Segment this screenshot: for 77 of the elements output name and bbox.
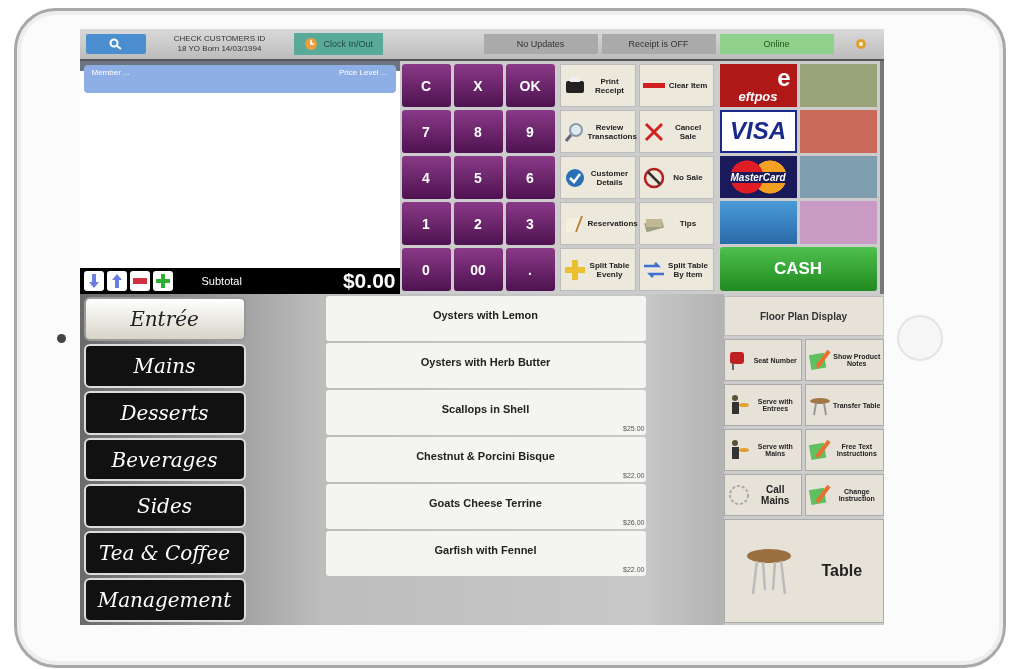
function-button[interactable]: Split Table By Item [638,248,714,291]
settings-icon[interactable] [853,37,868,51]
table-icon [744,546,793,596]
action-button[interactable]: Call Mains [723,474,802,516]
keypad-key[interactable]: 00 [453,248,503,291]
function-button[interactable]: Clear Item [638,64,714,107]
no-entry-icon [642,166,665,189]
checkmark-icon [563,166,586,189]
status-indicator: Receipt is OFF [601,34,716,54]
cross-icon [642,120,665,143]
subtotal-label: Subtotal [201,275,242,287]
category-button[interactable]: Beverages [83,437,246,482]
keypad-key[interactable]: OK [505,64,555,107]
visa-button[interactable]: VISA [719,109,797,153]
subtotal-amount: $0.00 [342,269,396,293]
category-button[interactable]: Management [83,578,246,622]
clock-button[interactable]: Clock In/Out [293,33,384,55]
camera-dot [57,333,66,343]
mastercard-button[interactable]: MasterCard [719,155,797,199]
keypad-key[interactable]: 4 [401,156,451,199]
category-button[interactable]: Mains [83,343,246,388]
menu-item-button[interactable]: Oysters with Lemon [325,296,646,341]
banknote-button[interactable] [799,155,877,199]
search-icon [108,38,123,50]
remove-button[interactable] [129,271,150,291]
function-button[interactable]: Print Receipt [559,64,636,107]
category-button[interactable]: Desserts [83,390,246,435]
customer-check-text: 18 YO Born 14/03/1994 [177,44,262,54]
keypad-key[interactable]: . [505,248,555,291]
status-indicator: Online [719,34,834,54]
category-button[interactable]: Tea & Coffee [83,531,246,576]
keypad-key[interactable]: 3 [505,202,555,245]
plus-icon [563,258,586,281]
floor-plan-button[interactable]: Floor Plan Display [723,296,884,336]
down-arrow-icon [87,274,100,288]
keypad-key[interactable]: 2 [453,202,503,245]
add-button[interactable] [152,271,173,291]
function-button[interactable]: Split Table Evenly [559,248,636,291]
function-button[interactable]: Tips [638,202,714,245]
banknote-button[interactable] [799,109,877,153]
keypad-key[interactable]: 9 [505,110,555,153]
clock-icon [303,37,318,51]
function-button[interactable]: Cancel Sale [638,110,714,153]
eftpos-button[interactable]: e eftpos [719,64,797,107]
category-button[interactable]: Entrée [83,297,246,341]
member-label: Member ... [91,68,130,79]
search-button[interactable] [85,34,146,54]
keypad-key[interactable]: 6 [505,156,555,199]
keypad-key[interactable]: 8 [453,110,503,153]
function-button[interactable]: Reservations [559,202,636,245]
pencil-icon [808,438,832,462]
table-button[interactable]: Table [723,519,884,623]
keypad-key[interactable]: C [401,64,451,107]
keypad-key[interactable]: 7 [401,110,451,153]
pencil-icon [808,483,832,507]
minus-icon [642,83,665,88]
function-button[interactable]: Customer Details [559,156,636,199]
function-button[interactable]: No Sale [638,156,714,199]
price-level-label: Price Level ... [339,68,388,79]
keypad-key[interactable]: X [453,64,503,107]
plus-icon [155,274,170,288]
magnifier-icon [563,120,586,143]
minus-icon [132,278,147,284]
keypad-key[interactable]: 5 [453,156,503,199]
up-arrow-icon [110,274,123,288]
keypad-key[interactable]: 0 [401,248,451,291]
move-up-button[interactable] [106,271,127,291]
notepad-icon [808,348,832,372]
keypad-key[interactable]: 1 [401,202,451,245]
customer-check-text: CHECK CUSTOMERS ID [173,34,266,44]
status-indicator: No Updates [483,34,598,54]
function-button[interactable]: Review Transactions [559,110,636,153]
category-button[interactable]: Sides [83,484,246,529]
amex-card-button[interactable] [719,201,797,244]
move-down-button[interactable] [83,271,104,291]
plate-icon [726,483,751,507]
menu-item-button[interactable]: Oysters with Herb Butter [325,343,646,388]
